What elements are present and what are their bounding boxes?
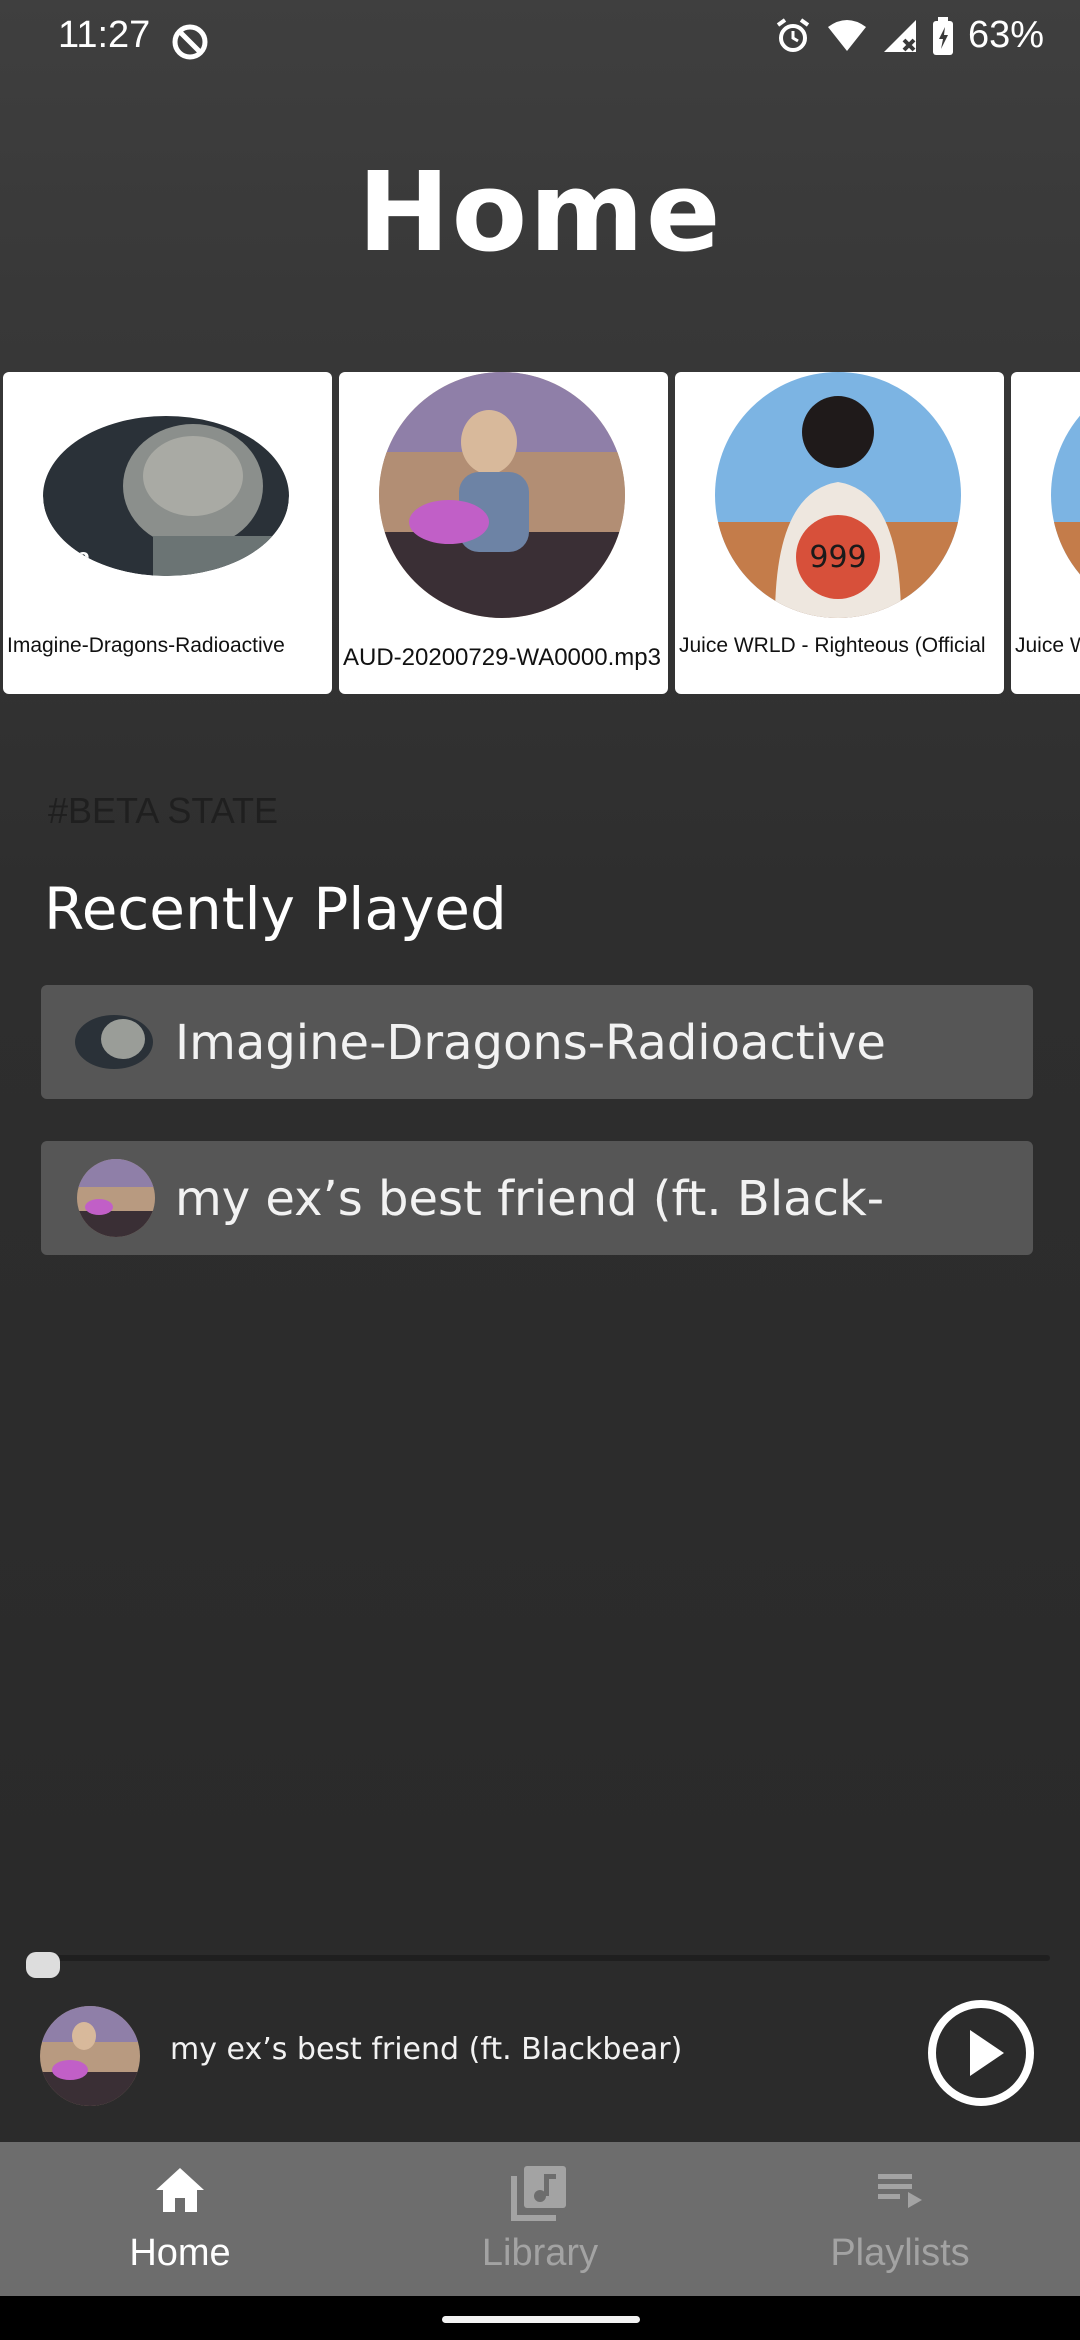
bottom-navigation: Home Library Playlists [0, 2142, 1080, 2296]
carousel-card[interactable]: evo Imagine-Dragons-Radioactive [3, 372, 332, 694]
seek-handle[interactable] [26, 1952, 60, 1978]
home-gesture-handle[interactable] [442, 2316, 640, 2323]
now-playing-title: my ex’s best friend (ft. Blackbear) [170, 2032, 683, 2067]
battery-percent: 63% [967, 14, 1044, 56]
status-bar: 11:27 63% [0, 0, 1080, 84]
status-time: 11:27 [58, 14, 151, 56]
wifi-icon [827, 19, 866, 51]
carousel-card-label: Juice W [1015, 634, 1080, 657]
vevo-badge: evo [53, 546, 90, 567]
seek-bar[interactable] [30, 1955, 1050, 1961]
carousel-card-label: Imagine-Dragons-Radioactive [7, 634, 285, 657]
status-icons: 63% [774, 14, 1044, 57]
album-art [379, 372, 625, 618]
playlist-icon [878, 2174, 922, 2208]
recent-item-thumbnail [77, 1159, 155, 1237]
carousel-card-label: AUD-20200729-WA0000.mp3 [343, 644, 661, 671]
battery-icon [932, 16, 953, 55]
nav-playlists-label: Playlists [830, 2232, 970, 2274]
carousel-card[interactable]: 999 Juice WRLD - Righteous (Official [675, 372, 1004, 694]
data-saver-icon [172, 24, 208, 60]
home-icon [156, 2168, 204, 2212]
library-music-icon [511, 2166, 566, 2221]
carousel-card[interactable]: AUD-20200729-WA0000.mp3 [339, 372, 668, 694]
nav-playlists[interactable]: Playlists [720, 2142, 1080, 2296]
alarm-icon [776, 17, 810, 52]
svg-text:999: 999 [809, 540, 866, 575]
album-art: 999 [715, 372, 961, 618]
nav-home-label: Home [129, 2232, 231, 2274]
recent-item[interactable]: my ex’s best friend (ft. Black- [41, 1141, 1033, 1255]
now-playing-art [40, 2006, 140, 2106]
nav-library[interactable]: Library [360, 2142, 720, 2296]
beta-label: #BETA STATE [48, 790, 279, 831]
recent-item[interactable]: Imagine-Dragons-Radioactive [41, 985, 1033, 1099]
album-art [1051, 372, 1080, 618]
play-button[interactable] [926, 1998, 1036, 2108]
recent-item-thumbnail [75, 1015, 153, 1069]
album-art: evo [43, 416, 289, 576]
nav-library-label: Library [481, 2232, 599, 2274]
recent-item-title: my ex’s best friend (ft. Black- [175, 1171, 885, 1227]
carousel-card-label: Juice WRLD - Righteous (Official [679, 634, 986, 657]
signal-icon [883, 19, 916, 52]
nav-home[interactable]: Home [0, 2142, 360, 2296]
recent-item-title: Imagine-Dragons-Radioactive [175, 1015, 886, 1071]
page-title: Home [357, 148, 723, 276]
recent-carousel[interactable]: evo Imagine-Dragons-Radioactive AUD-2020… [3, 372, 1080, 696]
recently-played-heading: Recently Played [44, 875, 507, 943]
carousel-card[interactable]: Juice W [1011, 372, 1080, 694]
